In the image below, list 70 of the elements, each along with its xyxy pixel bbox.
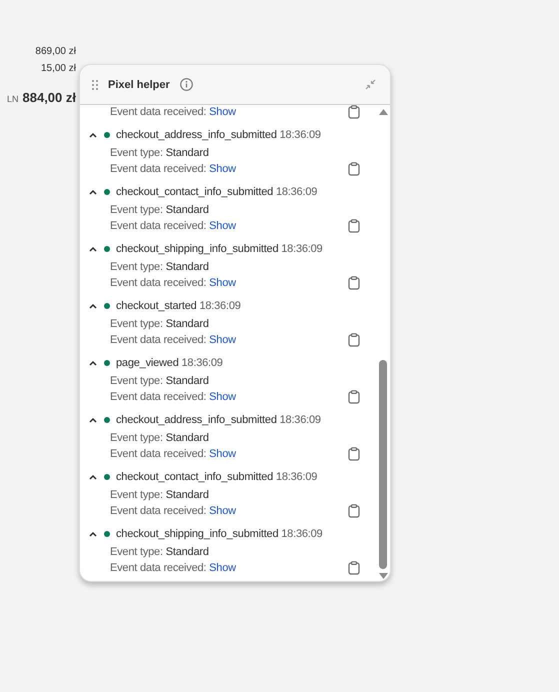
- event-name-text: checkout_shipping_info_submitted 18:36:09: [116, 528, 322, 540]
- scroll-down-icon[interactable]: [378, 573, 388, 579]
- scrollbar-thumb[interactable]: [379, 360, 387, 569]
- show-link[interactable]: Show: [209, 163, 236, 175]
- show-link[interactable]: Show: [209, 562, 236, 574]
- total-price-text: 884,00 zł: [22, 90, 76, 105]
- scroll-up-icon[interactable]: [378, 109, 388, 115]
- clipboard-icon: [348, 561, 360, 575]
- status-dot: [104, 302, 110, 308]
- event-data-text: Event data received: Show: [110, 277, 236, 289]
- drag-handle-icon[interactable]: [92, 80, 98, 90]
- copy-button[interactable]: [348, 276, 360, 290]
- copy-button[interactable]: [348, 333, 360, 347]
- show-link[interactable]: Show: [209, 334, 236, 346]
- status-dot: [104, 188, 110, 194]
- event-data-text: Event data received: Show: [110, 220, 236, 232]
- status-dot: [104, 132, 110, 138]
- status-dot: [104, 474, 110, 480]
- clipboard-icon: [348, 333, 360, 347]
- event-type-text: Event type: Standard: [110, 546, 209, 558]
- clipboard-icon: [348, 276, 360, 290]
- clipboard-icon: [348, 504, 360, 518]
- clipboard-icon: [348, 390, 360, 404]
- show-link[interactable]: Show: [209, 277, 236, 289]
- event-type-text: Event type: Standard: [110, 204, 209, 216]
- event-data-text: Event data received: Show: [110, 391, 236, 403]
- status-dot: [104, 416, 110, 422]
- copy-button[interactable]: [348, 162, 360, 176]
- copy-button[interactable]: [348, 561, 360, 575]
- copy-button[interactable]: [348, 504, 360, 518]
- minimize-icon[interactable]: [365, 79, 376, 90]
- event-data-text: Event data received: Show: [110, 505, 236, 517]
- status-dot: [104, 246, 110, 252]
- show-link[interactable]: Show: [209, 391, 236, 403]
- info-icon[interactable]: [180, 78, 193, 91]
- event-type-text: Event type: Standard: [110, 318, 209, 330]
- clipboard-icon: [348, 162, 360, 176]
- event-name-text: checkout_contact_info_submitted 18:36:09: [116, 186, 318, 198]
- event-data-text: Event data received: Show: [110, 334, 236, 346]
- event-type-text: Event type: Standard: [110, 261, 209, 273]
- show-link[interactable]: Show: [209, 106, 236, 118]
- price-text: 15,00 zł: [40, 63, 76, 74]
- event-type-text: Event type: Standard: [110, 432, 209, 444]
- currency-text: LN: [6, 94, 18, 104]
- copy-button[interactable]: [348, 390, 360, 404]
- event-name-text: checkout_address_info_submitted 18:36:09: [116, 128, 321, 140]
- event-type-text: Event type: Standard: [110, 147, 209, 159]
- clipboard-icon: [348, 219, 360, 233]
- event-name-text: checkout_shipping_info_submitted 18:36:09: [116, 242, 322, 254]
- copy-button[interactable]: [348, 219, 360, 233]
- event-type-text: Event type: Standard: [110, 489, 209, 501]
- copy-button[interactable]: [348, 447, 360, 461]
- event-name-text: checkout_started 18:36:09: [116, 300, 241, 312]
- event-data-text: Event data received: Show: [110, 562, 236, 574]
- show-link[interactable]: Show: [209, 505, 236, 517]
- panel-title: Pixel helper: [108, 78, 170, 90]
- price-text: 869,00 zł: [35, 46, 76, 57]
- status-dot: [104, 530, 110, 536]
- event-type-text: Event type: Standard: [110, 375, 209, 387]
- show-link[interactable]: Show: [209, 220, 236, 232]
- show-link[interactable]: Show: [209, 448, 236, 460]
- event-name-text: page_viewed 18:36:09: [116, 356, 223, 368]
- event-name-text: checkout_contact_info_submitted 18:36:09: [116, 470, 318, 482]
- event-data-text: Event data received: Show: [110, 106, 236, 118]
- event-name-text: checkout_address_info_submitted 18:36:09: [116, 414, 321, 426]
- status-dot: [104, 360, 110, 366]
- event-data-text: Event data received: Show: [110, 163, 236, 175]
- copy-button[interactable]: [348, 105, 360, 119]
- event-data-text: Event data received: Show: [110, 448, 236, 460]
- clipboard-icon: [348, 447, 360, 461]
